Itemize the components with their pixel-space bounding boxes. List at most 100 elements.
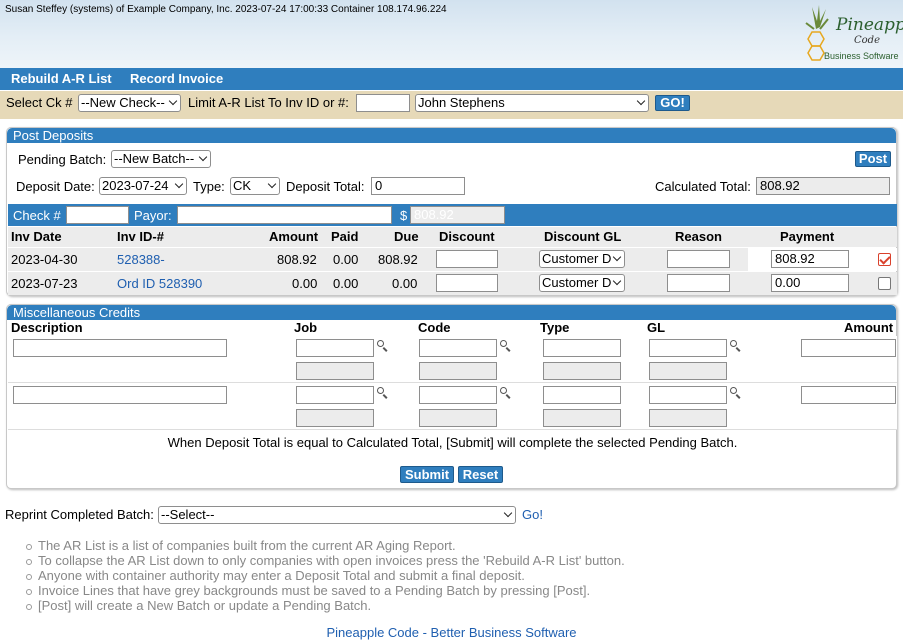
discount-gl-select[interactable]: Customer D: [539, 250, 625, 268]
page-header: Susan Steffey (systems) of Example Compa…: [0, 0, 903, 68]
limit-ar-input[interactable]: [356, 94, 410, 112]
code-input[interactable]: [419, 386, 497, 404]
gl-input[interactable]: [649, 386, 727, 404]
list-item: Invoice Lines that have grey backgrounds…: [26, 583, 625, 598]
description-input[interactable]: [13, 339, 227, 357]
reprint-batch-label: Reprint Completed Batch:: [5, 507, 154, 522]
code-input[interactable]: [419, 339, 497, 357]
deposit-date-input[interactable]: 2023-07-24: [99, 177, 187, 195]
payor-input[interactable]: John Stephens: [177, 206, 392, 224]
type-name-display: [543, 409, 621, 427]
discount-input[interactable]: [436, 250, 498, 268]
row-amount: 808.92: [277, 252, 317, 267]
list-item: To collapse the AR List down to only com…: [26, 553, 625, 568]
list-item: Anyone with container authority may ente…: [26, 568, 625, 583]
misc-credit-row: [8, 383, 897, 430]
deposit-total-input[interactable]: 0: [371, 177, 465, 195]
deposit-date-label: Deposit Date:: [16, 179, 95, 194]
post-button[interactable]: Post: [855, 151, 891, 167]
deposit-date-value: 2023-07-24: [102, 178, 169, 193]
chevron-down-icon: [198, 152, 208, 162]
payor-label: Payor:: [134, 208, 172, 223]
row-inv-date: 2023-04-30: [11, 252, 78, 267]
gl-lookup-icon[interactable]: [729, 386, 742, 399]
code-name-display: [419, 362, 497, 380]
logo-name: Pineapple: [836, 15, 903, 35]
amount-input[interactable]: [801, 339, 896, 357]
menu-rebuild-ar-list[interactable]: Rebuild A-R List: [11, 71, 112, 86]
invoice-link[interactable]: 528388-: [117, 252, 165, 267]
col-discount: Discount: [439, 229, 495, 244]
col-discount-gl: Discount GL: [544, 229, 622, 244]
select-check-dropdown[interactable]: --New Check--: [78, 94, 181, 112]
footer-link[interactable]: Pineapple Code - Better Business Softwar…: [0, 625, 903, 640]
select-check-value: --New Check--: [81, 95, 165, 110]
chevron-down-icon: [168, 96, 178, 106]
chevron-down-icon: [612, 252, 622, 262]
reprint-batch-select[interactable]: --Select--: [158, 506, 516, 524]
type-value: CK: [233, 178, 252, 193]
check-number-input[interactable]: 1234: [66, 206, 129, 224]
chevron-down-icon: [612, 276, 622, 286]
code-lookup-icon[interactable]: [499, 339, 512, 352]
pending-batch-select[interactable]: --New Batch--: [111, 150, 211, 168]
payment-input[interactable]: 808.92: [771, 250, 849, 268]
table-row: 2023-07-23 Ord ID 528390 0.00 0.00 0.00 …: [8, 272, 897, 295]
gl-lookup-icon[interactable]: [729, 339, 742, 352]
session-info: Susan Steffey (systems) of Example Compa…: [5, 4, 447, 15]
type-input[interactable]: [543, 386, 621, 404]
table-row: 2023-04-30 528388- 808.92 0.00 808.92 Cu…: [8, 248, 897, 271]
amount-input[interactable]: [801, 386, 896, 404]
payor-select-value: John Stephens: [418, 95, 505, 110]
reprint-batch-value: --Select--: [161, 507, 215, 522]
col-inv-id: Inv ID-#: [117, 229, 164, 244]
logo-sub: Code: [854, 35, 880, 46]
discount-input[interactable]: [436, 274, 498, 292]
row-due: 808.92: [378, 252, 418, 267]
invoice-table-header: Inv Date Inv ID-# Amount Paid Due Discou…: [8, 227, 897, 247]
row-due: 0.00: [392, 276, 418, 291]
check-toolbar: Select Ck # --New Check-- Limit A-R List…: [0, 91, 903, 119]
check-number-label: Check #: [13, 208, 61, 223]
submit-button[interactable]: Submit: [400, 466, 454, 483]
logo-tag: Business Software: [824, 51, 899, 61]
job-lookup-icon[interactable]: [376, 386, 389, 399]
row-select-checkbox[interactable]: [878, 253, 891, 266]
description-input[interactable]: [13, 386, 227, 404]
reprint-go-link[interactable]: Go!: [522, 507, 543, 522]
type-input[interactable]: [543, 339, 621, 357]
type-select[interactable]: CK: [230, 177, 280, 195]
code-lookup-icon[interactable]: [499, 386, 512, 399]
payor-select[interactable]: John Stephens: [415, 94, 649, 112]
misc-credit-row: [8, 336, 897, 383]
job-lookup-icon[interactable]: [376, 339, 389, 352]
gl-name-display: [649, 409, 727, 427]
col-inv-date: Inv Date: [11, 229, 62, 244]
row-select-checkbox[interactable]: [878, 277, 891, 290]
job-input[interactable]: [296, 386, 374, 404]
pending-batch-label: Pending Batch:: [18, 152, 107, 167]
row-paid: 0.00: [333, 252, 359, 267]
gl-name-display: [649, 362, 727, 380]
col-amount: Amount: [844, 320, 894, 335]
col-due: Due: [394, 229, 419, 244]
row-amount: 0.00: [292, 276, 318, 291]
col-reason: Reason: [675, 229, 722, 244]
reset-button[interactable]: Reset: [458, 466, 503, 483]
list-item: The AR List is a list of companies built…: [26, 538, 625, 553]
reason-input[interactable]: [667, 250, 730, 268]
discount-gl-select[interactable]: Customer D: [539, 274, 625, 292]
go-button[interactable]: GO!: [655, 95, 690, 111]
job-input[interactable]: [296, 339, 374, 357]
reason-input[interactable]: [667, 274, 730, 292]
gl-input[interactable]: [649, 339, 727, 357]
deposit-total-label: Deposit Total:: [286, 179, 365, 194]
type-name-display: [543, 362, 621, 380]
calculated-total-label: Calculated Total:: [655, 179, 751, 194]
menu-record-invoice[interactable]: Record Invoice: [130, 71, 223, 86]
col-payment: Payment: [780, 229, 835, 244]
payment-input[interactable]: 0.00: [771, 274, 849, 292]
col-paid: Paid: [331, 229, 359, 244]
col-code: Code: [418, 320, 451, 335]
invoice-link[interactable]: Ord ID 528390: [117, 276, 202, 291]
